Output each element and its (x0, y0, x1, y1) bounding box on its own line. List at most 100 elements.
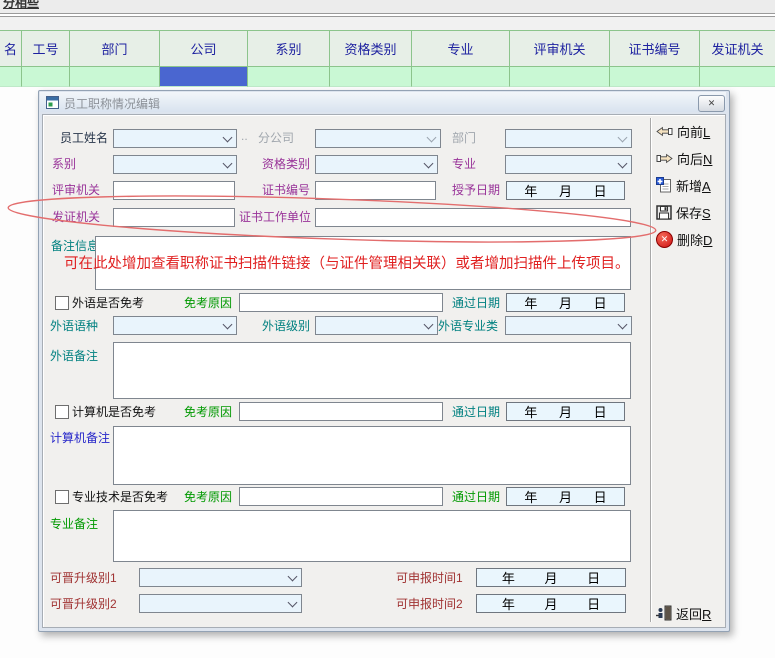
grid-header-company[interactable]: 公司 (160, 30, 248, 67)
cert-work-unit-input[interactable] (315, 208, 631, 227)
pc-exempt-checkbox[interactable] (55, 405, 69, 419)
save-mnemonic: S (702, 206, 711, 221)
label-fl-exempt: 外语是否免考 (72, 297, 144, 310)
label-promote-level-2: 可晋升级别2 (50, 598, 117, 611)
floppy-save-icon (656, 205, 672, 220)
grid-header-qualtype[interactable]: 资格类别 (330, 30, 412, 67)
grid-cell[interactable] (412, 67, 510, 87)
chevron-down-icon (618, 320, 628, 330)
app-window: 分相些 名 工号 部门 公司 系别 资格类别 专业 评审机关 证书编号 发证机关… (0, 0, 775, 658)
cert-no-input[interactable] (315, 181, 436, 200)
tech-note-textarea[interactable] (113, 510, 631, 562)
grid-cell[interactable] (22, 67, 70, 87)
chevron-down-icon (223, 159, 233, 169)
grid-header-certno[interactable]: 证书编号 (610, 30, 700, 67)
toolbar-band (0, 17, 775, 30)
panel-divider (650, 118, 652, 622)
label-cert-no: 证书编号 (262, 184, 310, 197)
grid-cell[interactable] (330, 67, 412, 87)
tech-exempt-checkbox[interactable] (55, 490, 69, 504)
label-pc-note: 计算机备注 (50, 432, 110, 445)
label-tech-reason: 免考原因 (184, 491, 232, 504)
dialog-titlebar[interactable]: 员工职称情况编辑 (40, 92, 726, 112)
save-button[interactable]: 保存S (656, 202, 726, 222)
dept-combo-disabled (505, 129, 632, 148)
apply-time-1-field[interactable]: 年 月 日 (476, 568, 626, 587)
next-button[interactable]: 向后N (656, 148, 726, 168)
pc-reason-input[interactable] (239, 402, 443, 421)
grid-cell[interactable] (700, 67, 775, 87)
close-button[interactable]: ✕ (698, 95, 725, 112)
label-apply-time-1: 可申报时间1 (396, 572, 463, 585)
tech-reason-input[interactable] (239, 487, 443, 506)
close-icon: ✕ (708, 98, 716, 109)
next-button-label: 向后 (677, 152, 703, 167)
grid-header-dept[interactable]: 部门 (70, 30, 160, 67)
promote-level-2-combo[interactable] (139, 594, 302, 613)
chevron-down-icon (424, 159, 434, 169)
back-button-label: 返回 (676, 607, 702, 622)
delete-x-icon: ✕ (656, 231, 673, 248)
label-cert-work-unit: 证书工作单位 (239, 211, 311, 224)
grid-header-name[interactable]: 名 (0, 30, 22, 67)
grid-cell[interactable] (510, 67, 610, 87)
grid-cell[interactable] (70, 67, 160, 87)
back-button[interactable]: 返回R (656, 603, 726, 623)
chevron-down-icon (427, 133, 437, 143)
fl-lang-combo[interactable] (113, 316, 237, 335)
fl-level-combo[interactable] (315, 316, 438, 335)
grid-header-empno[interactable]: 工号 (22, 30, 70, 67)
label-tech-exempt: 专业技术是否免考 (72, 491, 168, 504)
pc-note-textarea[interactable] (113, 426, 631, 485)
chevron-down-icon (223, 133, 233, 143)
grid-header-revieworg[interactable]: 评审机关 (510, 30, 610, 67)
add-button-label: 新增 (676, 179, 702, 194)
fl-exempt-checkbox[interactable] (55, 296, 69, 310)
grid-cell[interactable] (610, 67, 700, 87)
label-pc-pass-date: 通过日期 (452, 406, 500, 419)
label-pc-exempt: 计算机是否免考 (72, 406, 156, 419)
review-org-input[interactable] (113, 181, 235, 200)
label-fl-level: 外语级别 (262, 320, 310, 333)
grid-cell[interactable] (248, 67, 330, 87)
series-combo[interactable] (113, 155, 237, 174)
issue-org-input[interactable] (113, 208, 235, 227)
grid-cell-selected[interactable] (160, 67, 248, 87)
label-employee-name: 员工姓名 (60, 132, 108, 145)
label-fl-lang: 外语语种 (50, 320, 98, 333)
label-fl-note: 外语备注 (50, 350, 98, 363)
major-combo[interactable] (505, 155, 632, 174)
label-review-org: 评审机关 (52, 184, 100, 197)
label-fl-reason: 免考原因 (184, 297, 232, 310)
prev-mnemonic: L (703, 125, 710, 140)
qual-type-combo[interactable] (315, 155, 438, 174)
label-issue-org: 发证机关 (52, 211, 100, 224)
fl-reason-input[interactable] (239, 293, 443, 312)
grid-cell[interactable] (0, 67, 22, 87)
pc-pass-date-field[interactable]: 年 月 日 (506, 402, 625, 421)
grid-header-series[interactable]: 系别 (248, 30, 330, 67)
chevron-down-icon (288, 598, 298, 608)
award-date-field[interactable]: 年 月 日 (506, 181, 625, 200)
delete-button[interactable]: ✕ 删除D (656, 229, 726, 249)
fl-note-textarea[interactable] (113, 342, 631, 399)
label-qual-type: 资格类别 (262, 158, 310, 171)
tech-pass-date-field[interactable]: 年 月 日 (506, 487, 625, 506)
label-tech-note: 专业备注 (50, 518, 98, 531)
next-mnemonic: N (703, 152, 712, 167)
promote-level-1-combo[interactable] (139, 568, 302, 587)
label-pc-reason: 免考原因 (184, 406, 232, 419)
employee-name-combo[interactable] (113, 129, 237, 148)
grid-header-issueorg[interactable]: 发证机关 (700, 30, 775, 67)
fl-category-combo[interactable] (505, 316, 632, 335)
hand-right-icon (656, 152, 673, 165)
prev-button[interactable]: 向前L (656, 121, 726, 141)
label-tech-pass-date: 通过日期 (452, 491, 500, 504)
fl-pass-date-field[interactable]: 年 月 日 (506, 293, 625, 312)
label-dots: .. (241, 130, 248, 143)
label-series: 系别 (52, 158, 76, 171)
label-fl-category: 外语专业类 (438, 320, 498, 333)
apply-time-2-field[interactable]: 年 月 日 (476, 594, 626, 613)
grid-header-major[interactable]: 专业 (412, 30, 510, 67)
add-button[interactable]: 新增A (656, 175, 726, 195)
